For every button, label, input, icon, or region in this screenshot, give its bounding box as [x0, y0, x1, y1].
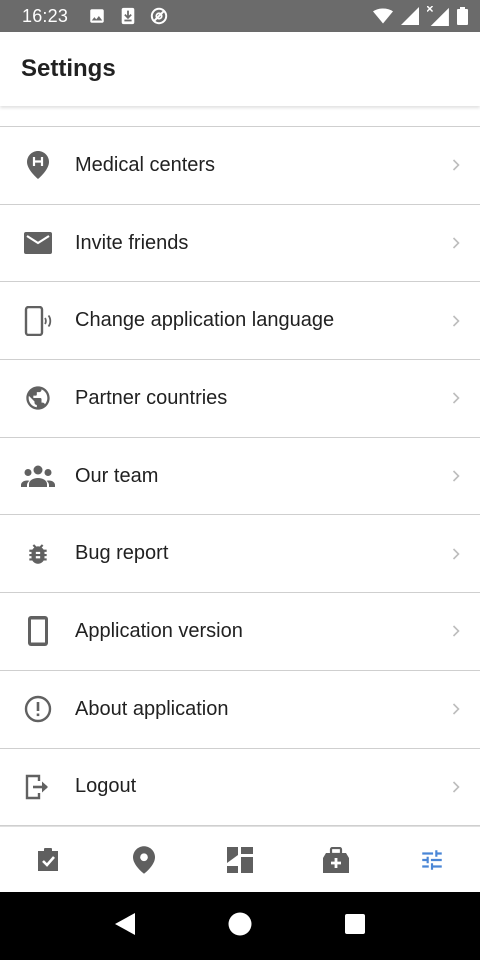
- logout-icon: [0, 774, 75, 800]
- chevron-right-icon: [432, 392, 480, 404]
- wifi-icon: [373, 8, 393, 24]
- nav-item-dashboard[interactable]: [192, 827, 288, 892]
- home-circle-icon: [228, 912, 252, 941]
- globe-icon: [0, 384, 75, 412]
- home-button[interactable]: [183, 912, 298, 941]
- chevron-right-icon: [432, 470, 480, 482]
- settings-item-bug-report[interactable]: Bug report: [0, 515, 480, 594]
- settings-list[interactable]: Medical centers Invite friends Change ap…: [0, 106, 480, 826]
- chevron-right-icon: [432, 237, 480, 249]
- settings-item-label: Partner countries: [75, 386, 228, 409]
- settings-item-label: Our team: [75, 464, 159, 487]
- chevron-right-icon: [432, 315, 480, 327]
- hospital-pin-icon: [0, 151, 75, 180]
- settings-item-logout[interactable]: Logout: [0, 749, 480, 826]
- download-icon: [120, 7, 136, 25]
- dashboard-icon: [227, 846, 253, 873]
- back-button[interactable]: [68, 912, 183, 940]
- status-system-icons: [373, 6, 468, 26]
- settings-item-label: Bug report: [75, 542, 169, 565]
- settings-item-label: Logout: [75, 775, 137, 798]
- settings-item-label: Medical centers: [75, 153, 216, 176]
- signal-no-data-icon: [427, 6, 449, 26]
- nav-item-settings[interactable]: [384, 827, 480, 892]
- status-bar: 16:23: [0, 0, 480, 32]
- settings-item-label: Change application language: [75, 309, 335, 332]
- nav-item-medical-kit[interactable]: [288, 827, 384, 892]
- recents-square-icon: [345, 913, 365, 939]
- list-top-divider: [0, 106, 480, 127]
- settings-item-about-application[interactable]: About application: [0, 671, 480, 749]
- chevron-right-icon: [432, 548, 480, 560]
- nav-item-map[interactable]: [96, 827, 192, 892]
- settings-item-label: Invite friends: [75, 231, 189, 254]
- bug-icon: [0, 541, 75, 567]
- chevron-right-icon: [432, 625, 480, 638]
- status-notification-icons: [88, 7, 168, 25]
- settings-item-label: Application version: [75, 619, 243, 642]
- mail-icon: [0, 232, 75, 255]
- checkbox-clipboard-icon: [35, 847, 61, 873]
- nav-item-tasks[interactable]: [0, 827, 96, 892]
- settings-item-medical-centers[interactable]: Medical centers: [0, 127, 480, 205]
- system-navigation-bar: [0, 892, 480, 960]
- sync-off-icon: [150, 7, 168, 25]
- tune-sliders-icon: [419, 847, 445, 873]
- chevron-right-icon: [432, 703, 480, 715]
- back-triangle-icon: [115, 912, 135, 940]
- medical-kit-icon: [322, 846, 350, 873]
- bottom-navigation: [0, 826, 480, 892]
- settings-item-invite-friends[interactable]: Invite friends: [0, 205, 480, 283]
- group-icon: [0, 465, 75, 488]
- chevron-right-icon: [432, 159, 480, 171]
- settings-item-change-language[interactable]: Change application language: [0, 282, 480, 361]
- settings-item-our-team[interactable]: Our team: [0, 438, 480, 516]
- phone-sound-icon: [0, 305, 75, 336]
- info-circle-icon: [0, 695, 75, 723]
- settings-item-partner-countries[interactable]: Partner countries: [0, 360, 480, 438]
- app-bar: Settings: [0, 32, 480, 106]
- smartphone-icon: [0, 616, 75, 647]
- signal-icon: [401, 7, 419, 25]
- settings-item-label: About application: [75, 697, 229, 720]
- image-icon: [88, 7, 106, 25]
- page-title: Settings: [21, 55, 116, 82]
- battery-icon: [457, 7, 468, 25]
- map-pin-icon: [133, 845, 155, 874]
- status-time: 16:23: [22, 5, 69, 26]
- recents-button[interactable]: [298, 913, 413, 939]
- chevron-right-icon: [432, 781, 480, 793]
- settings-item-application-version[interactable]: Application version: [0, 593, 480, 671]
